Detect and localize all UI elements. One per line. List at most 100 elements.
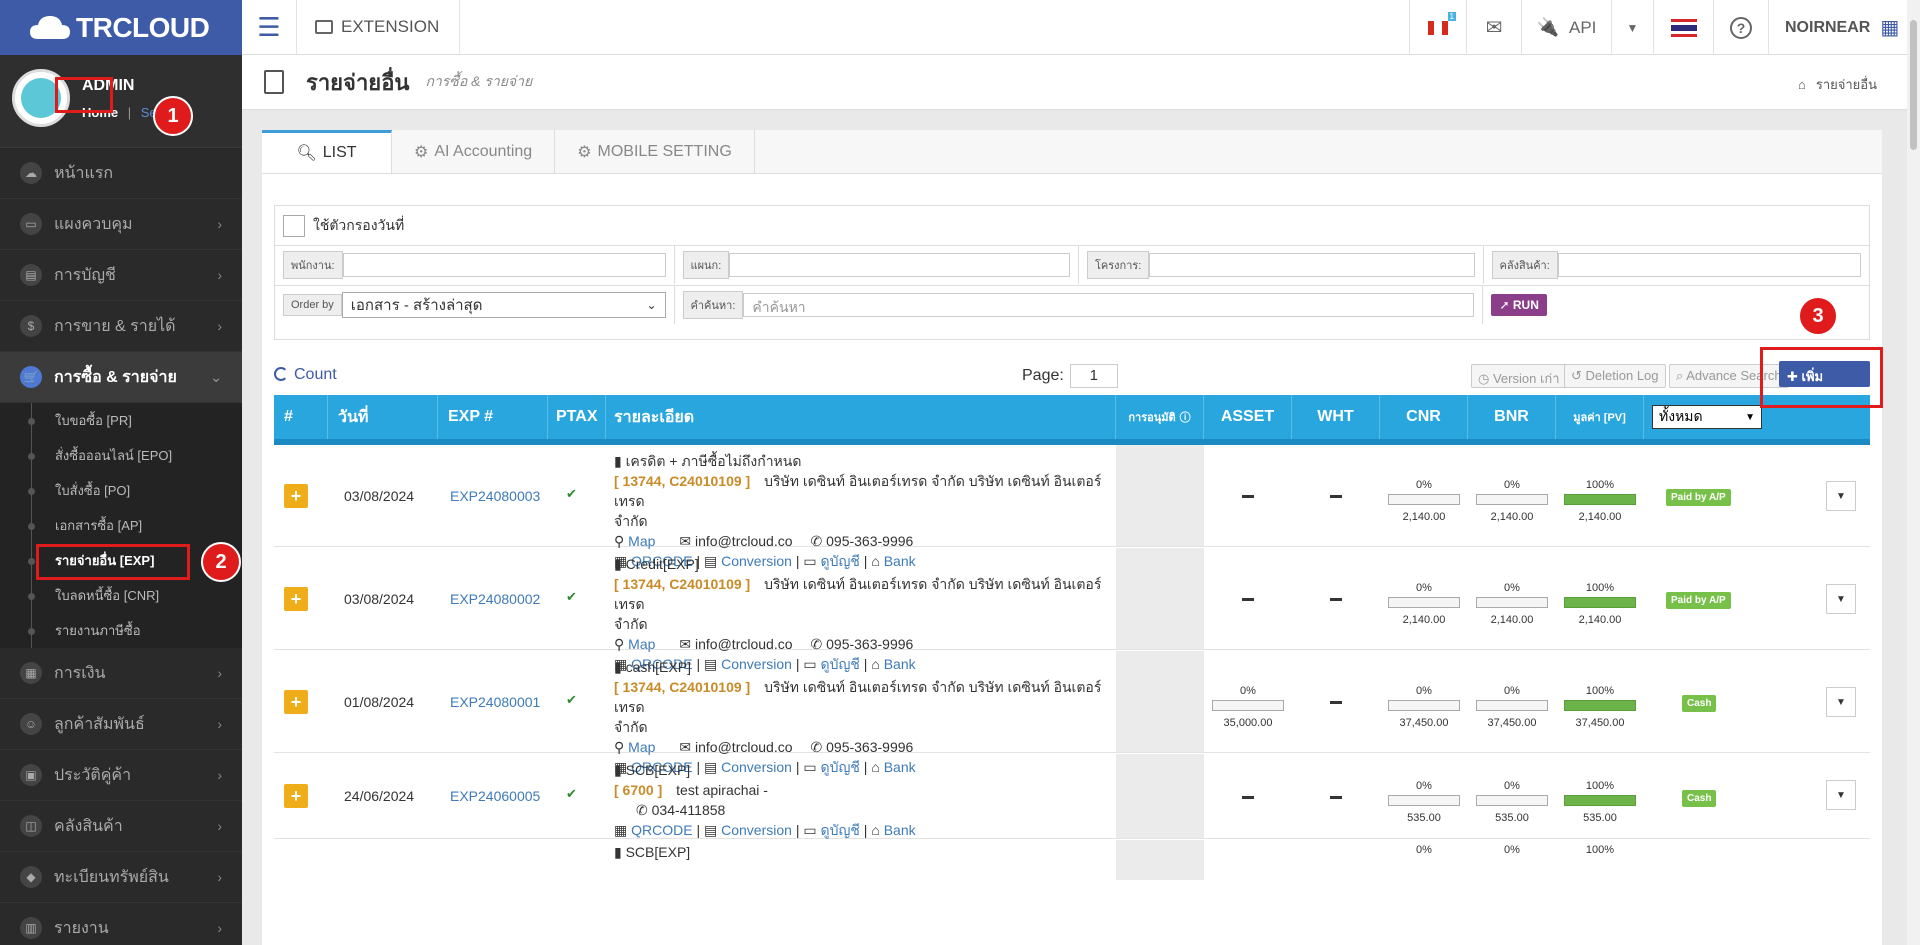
asset-pct: 0% xyxy=(1240,685,1256,697)
chevron-right-icon: › xyxy=(217,767,222,783)
department-input[interactable] xyxy=(729,253,1070,277)
sidebar-item-partner-history[interactable]: ▣ ประวัติคู่ค้า › xyxy=(0,750,242,801)
canada-flag-button[interactable]: 1 xyxy=(1409,0,1466,55)
table-icon: ▤ xyxy=(704,822,722,838)
row-code: [ 13744, C24010109 ] xyxy=(614,679,751,695)
sidebar-item-warehouse[interactable]: ◫ คลังสินค้า › xyxy=(0,801,242,852)
col-approve: การอนุมัติ ⓘ xyxy=(1116,395,1204,439)
row-exp-link[interactable]: EXP24080001 xyxy=(450,694,540,710)
run-button[interactable]: ➚ RUN xyxy=(1491,294,1547,316)
phone-icon: ✆ xyxy=(810,636,827,652)
sidebar-subitem-po[interactable]: ใบสั่งซื้อ [PO] xyxy=(0,473,242,508)
row-actions-dropdown[interactable]: ▼ xyxy=(1826,780,1856,810)
hamburger-menu-icon[interactable]: ☰ xyxy=(242,0,297,55)
row-vendor-cont: จำกัด xyxy=(614,513,648,529)
col-detail: รายละเอียด xyxy=(606,395,1116,439)
row-exp-link[interactable]: EXP24080003 xyxy=(450,488,540,504)
map-link[interactable]: Map xyxy=(628,636,655,652)
home-icon[interactable]: ⌂ xyxy=(1798,77,1806,92)
sidebar-subitem-epo[interactable]: สั่งซื้อออนไลน์ [EPO] xyxy=(0,438,242,473)
step-marker-1: 1 xyxy=(153,96,193,136)
pv-progress: 100% 2,140.00 xyxy=(1564,582,1636,626)
cnr-pct: 0% xyxy=(1416,582,1432,594)
project-input[interactable] xyxy=(1149,253,1475,277)
sidebar-item-accounting[interactable]: ▤ การบัญชี › xyxy=(0,250,242,301)
qrcode-link[interactable]: QRCODE xyxy=(631,822,692,838)
dropdown-caret-icon[interactable]: ▼ xyxy=(1611,0,1653,55)
status-filter-select[interactable]: ทั้งหมด ▼ xyxy=(1652,405,1762,429)
row-actions-dropdown[interactable]: ▼ xyxy=(1826,481,1856,511)
expand-row-button[interactable]: + xyxy=(284,690,308,714)
sidebar-subitem-pr[interactable]: ใบขอซื้อ [PR] xyxy=(0,403,242,438)
employee-input[interactable] xyxy=(342,253,666,277)
brand-logo[interactable]: TRCLOUD xyxy=(0,0,242,55)
sidebar-item-crm[interactable]: ☺ ลูกค้าสัมพันธ์ › xyxy=(0,699,242,750)
tab-ai-accounting[interactable]: ⚙ AI Accounting xyxy=(392,130,556,173)
tab-list[interactable]: 🔍︎ LIST xyxy=(262,130,392,173)
boxes-icon: ◫ xyxy=(20,815,42,837)
col-ptax: PTAX xyxy=(548,395,606,439)
building-icon: ▦ xyxy=(1880,17,1900,39)
book-icon: ▮ xyxy=(614,453,626,469)
row-actions-dropdown[interactable]: ▼ xyxy=(1826,687,1856,717)
version-old-button[interactable]: ◷ Version เก่า xyxy=(1471,364,1567,388)
sidebar-subitem-cnr[interactable]: ใบลดหนี้ซื้อ [CNR] xyxy=(0,578,242,613)
page-label: Page: xyxy=(1022,367,1064,384)
scrollbar-thumb[interactable] xyxy=(1910,20,1917,150)
help-icon[interactable]: ? xyxy=(1713,0,1768,55)
project-label: โครงการ: xyxy=(1087,251,1150,279)
search-filter: คำค้นหา: คำค้นหา xyxy=(675,286,1484,324)
page-number-input[interactable]: 1 xyxy=(1069,364,1118,388)
department-label: แผนก: xyxy=(682,251,730,279)
sidebar-item-purchase[interactable]: 🛒 การซื้อ & รายจ่าย ⌄ xyxy=(0,352,242,403)
top-right-actions: 1 ✉ 🔌 API ▼ ? NOIRNEAR ▦ xyxy=(1409,0,1920,55)
col-date[interactable]: วันที่ xyxy=(328,395,438,439)
expand-row-button[interactable]: + xyxy=(284,587,308,611)
row-actions-dropdown[interactable]: ▼ xyxy=(1826,584,1856,614)
sidebar-item-assets[interactable]: ◆ ทะเบียนทรัพย์สิน › xyxy=(0,852,242,903)
search-input[interactable]: คำค้นหา xyxy=(743,293,1475,317)
account-link[interactable]: ดูบัญชี xyxy=(821,822,860,838)
warehouse-input[interactable] xyxy=(1557,253,1862,277)
version-label: Version เก่า xyxy=(1492,371,1560,386)
count-button[interactable]: Count xyxy=(274,366,337,384)
sidebar-item-sales[interactable]: $ การขาย & รายได้ › xyxy=(0,301,242,352)
date-filter-row: ใช้ตัวกรองวันที่ xyxy=(275,206,1869,246)
mail-icon[interactable]: ✉ xyxy=(1466,0,1521,55)
date-filter-checkbox[interactable] xyxy=(283,214,305,237)
map-link[interactable]: Map xyxy=(628,739,655,755)
api-button[interactable]: 🔌 API xyxy=(1521,0,1611,55)
calendar-icon: ▦ xyxy=(20,662,42,684)
sidebar-item-reports[interactable]: ▥ รายงาน › xyxy=(0,903,242,945)
expand-row-button[interactable]: + xyxy=(284,484,308,508)
row-exp-link[interactable]: EXP24060005 xyxy=(450,788,540,804)
conversion-link[interactable]: Conversion xyxy=(721,822,792,838)
tab-mobile-setting[interactable]: ⚙ MOBILE SETTING xyxy=(555,130,755,173)
highlight-box-add xyxy=(1760,347,1883,408)
extension-button[interactable]: EXTENSION xyxy=(297,0,461,55)
sidebar-item-label: รายงาน xyxy=(54,919,109,937)
bnr-pct: 0% xyxy=(1504,685,1520,697)
sidebar-item-home[interactable]: ☁ หน้าแรก xyxy=(0,148,242,199)
dollar-icon: $ xyxy=(20,315,42,337)
status-badge: Cash xyxy=(1682,695,1717,712)
page-scrollbar[interactable] xyxy=(1907,0,1920,945)
sidebar-item-dashboard[interactable]: ▭ แผงควบคุม › xyxy=(0,199,242,250)
bnr-progress: 0% 2,140.00 xyxy=(1476,582,1548,626)
col-exp[interactable]: EXP # xyxy=(438,395,548,439)
qrcode-icon: ▦ xyxy=(614,822,632,838)
expand-row-button[interactable]: + xyxy=(284,784,308,808)
sidebar-item-label: การขาย & รายได้ xyxy=(54,317,176,335)
bank-link[interactable]: Bank xyxy=(884,822,916,838)
company-menu[interactable]: NOIRNEAR ▦ xyxy=(1768,0,1920,55)
sidebar-subitem-tax-report[interactable]: รายงานภาษีซื้อ xyxy=(0,613,242,648)
row-exp-link[interactable]: EXP24080002 xyxy=(450,591,540,607)
map-link[interactable]: Map xyxy=(628,533,655,549)
sidebar-subitem-ap[interactable]: เอกสารซื้อ [AP] xyxy=(0,508,242,543)
sidebar-item-finance[interactable]: ▦ การเงิน › xyxy=(0,648,242,699)
check-icon: ✔ xyxy=(566,786,577,801)
row-description: Credit[EXP] xyxy=(625,556,699,572)
deletion-log-button[interactable]: ↺ Deletion Log xyxy=(1564,364,1666,388)
thai-flag-button[interactable] xyxy=(1653,0,1713,55)
order-by-select[interactable]: เอกสาร - สร้างล่าสุด ⌄ xyxy=(341,292,666,318)
